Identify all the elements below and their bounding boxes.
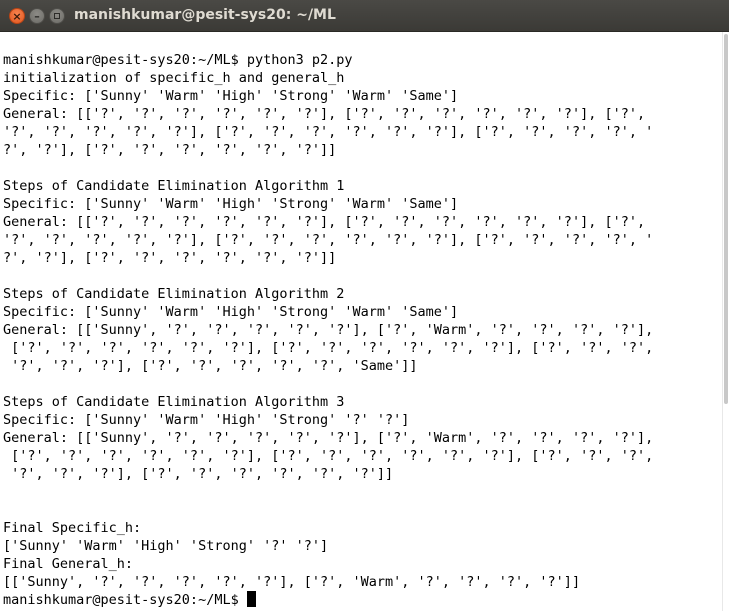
scrollbar-thumb[interactable] [724, 34, 728, 404]
terminal-line: ?', '?'], ['?', '?', '?', '?', '?', '?']… [3, 250, 337, 266]
terminal-line: ['Sunny' 'Warm' 'High' 'Strong' '?' '?'] [3, 538, 329, 554]
terminal-line: '?', '?', '?'], ['?', '?', '?', '?', '?'… [3, 466, 394, 482]
terminal-line: '?', '?', '?'], ['?', '?', '?', '?', '?'… [3, 358, 418, 374]
terminal-window: × – manishkumar@pesit-sys20: ~/ML manish… [0, 0, 729, 611]
terminal-line: General: [['?', '?', '?', '?', '?', '?']… [3, 214, 646, 230]
maximize-icon[interactable] [49, 8, 65, 24]
terminal-line: Specific: ['Sunny' 'Warm' 'High' 'Strong… [3, 304, 459, 320]
terminal-line: General: [['Sunny', '?', '?', '?', '?', … [3, 322, 654, 338]
command-prompt-line[interactable]: manishkumar@pesit-sys20:~/ML$ [3, 591, 653, 609]
minimize-icon[interactable]: – [29, 8, 45, 24]
terminal-line: Steps of Candidate Elimination Algorithm… [3, 394, 345, 410]
command-prompt: manishkumar@pesit-sys20:~/ML$ [3, 592, 239, 608]
minimize-glyph: – [34, 9, 40, 23]
terminal-line: '?', '?', '?', '?', '?'], ['?', '?', '?'… [3, 124, 654, 140]
terminal-line: '?', '?', '?', '?', '?'], ['?', '?', '?'… [3, 232, 654, 248]
terminal-line: ?', '?'], ['?', '?', '?', '?', '?', '?']… [3, 142, 337, 158]
terminal-line: Final Specific_h: [3, 520, 142, 536]
text-cursor [246, 591, 256, 607]
terminal-area[interactable]: manishkumar@pesit-sys20:~/ML$ python3 p2… [0, 32, 722, 611]
terminal-line: ['?', '?', '?', '?', '?', '?'], ['?', '?… [3, 340, 654, 356]
terminal-line: ['?', '?', '?', '?', '?', '?'], ['?', '?… [3, 448, 654, 464]
terminal-line: Specific: ['Sunny' 'Warm' 'High' 'Strong… [3, 88, 459, 104]
terminal-line: Steps of Candidate Elimination Algorithm… [3, 286, 345, 302]
close-icon[interactable]: × [9, 8, 25, 24]
terminal-line: [['Sunny', '?', '?', '?', '?', '?'], ['?… [3, 574, 581, 590]
window-title: manishkumar@pesit-sys20: ~/ML [74, 7, 336, 23]
terminal-line: General: [['Sunny', '?', '?', '?', '?', … [3, 430, 654, 446]
terminal-line: Steps of Candidate Elimination Algorithm… [3, 178, 345, 194]
terminal-line: Final General_h: [3, 556, 134, 572]
terminal-line: manishkumar@pesit-sys20:~/ML$ python3 p2… [3, 52, 353, 68]
terminal-line: General: [['?', '?', '?', '?', '?', '?']… [3, 106, 646, 122]
terminal-line: Specific: ['Sunny' 'Warm' 'High' 'Strong… [3, 196, 459, 212]
terminal-line: Specific: ['Sunny' 'Warm' 'High' 'Strong… [3, 412, 410, 428]
terminal-line: initialization of specific_h and general… [3, 70, 345, 86]
close-glyph: × [12, 9, 22, 23]
title-bar[interactable]: × – manishkumar@pesit-sys20: ~/ML [0, 0, 729, 32]
terminal-output: manishkumar@pesit-sys20:~/ML$ python3 p2… [3, 51, 653, 609]
maximize-square [54, 13, 60, 19]
